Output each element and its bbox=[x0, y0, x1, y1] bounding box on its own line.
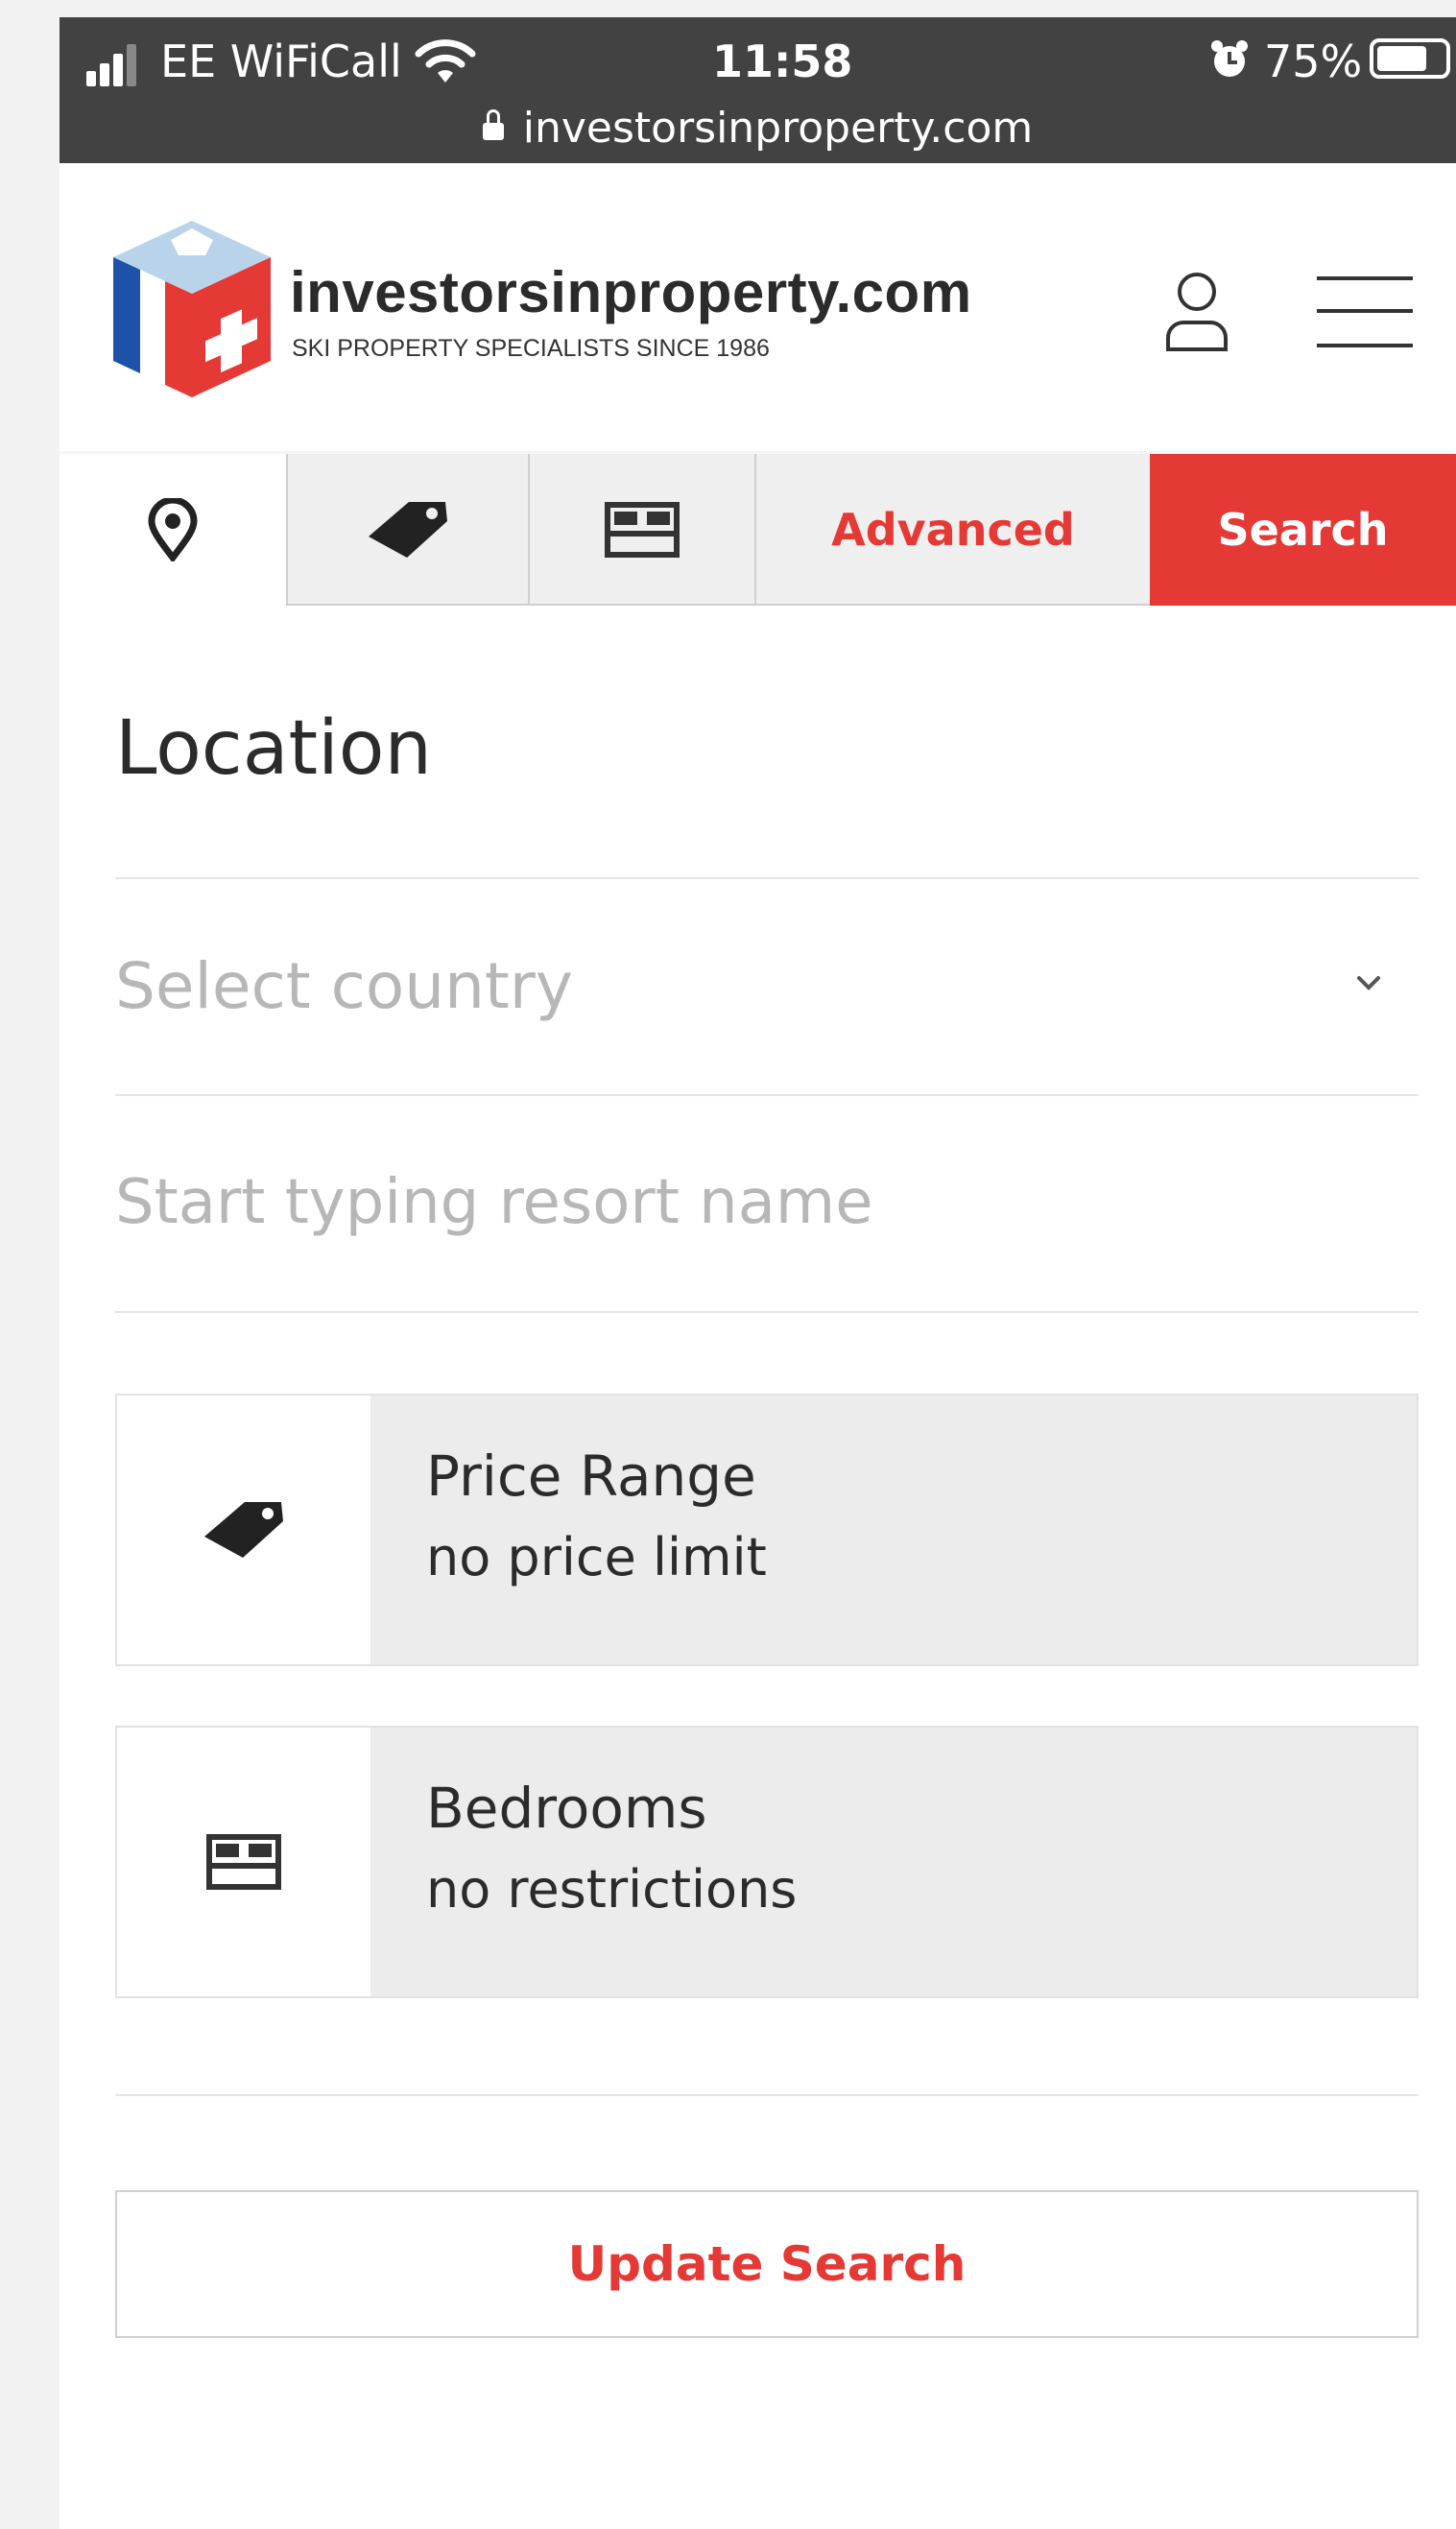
tab-advanced[interactable]: Advanced bbox=[754, 454, 1150, 606]
url-text: investorsinproperty.com bbox=[522, 104, 1034, 153]
signal-icon bbox=[86, 44, 136, 86]
divider bbox=[115, 1311, 1419, 1313]
tab-divider bbox=[286, 604, 1150, 606]
price-range-filter[interactable]: Price Range no price limit bbox=[115, 1394, 1419, 1666]
country-placeholder: Select country bbox=[115, 949, 573, 1023]
search-tab-bar: Advanced Search bbox=[60, 454, 1456, 606]
search-button[interactable]: Search bbox=[1150, 454, 1456, 606]
price-range-value: no price limit bbox=[426, 1527, 767, 1587]
price-tag-icon bbox=[204, 1502, 283, 1558]
resort-search-input[interactable] bbox=[115, 1096, 1419, 1309]
location-heading: Location bbox=[115, 705, 432, 792]
phone-screen: EE WiFiCall 11:58 75% investorsinpropert… bbox=[60, 17, 1456, 2529]
site-tagline: SKI PROPERTY SPECIALISTS SINCE 1986 bbox=[292, 335, 770, 362]
divider bbox=[115, 2094, 1419, 2096]
bedrooms-filter[interactable]: Bedrooms no restrictions bbox=[115, 1726, 1419, 1998]
wifi-icon bbox=[415, 39, 476, 83]
tab-price[interactable] bbox=[286, 454, 528, 606]
country-select[interactable]: Select country bbox=[115, 879, 1419, 1094]
bedrooms-label: Bedrooms bbox=[426, 1776, 707, 1841]
url-bar[interactable]: investorsinproperty.com bbox=[60, 102, 1456, 155]
status-bar: EE WiFiCall 11:58 75% investorsinpropert… bbox=[60, 17, 1456, 163]
map-pin-icon bbox=[148, 498, 198, 561]
bedrooms-icon-box bbox=[117, 1728, 370, 1996]
battery-percent: 75% bbox=[1264, 36, 1363, 87]
price-tag-icon bbox=[369, 502, 447, 558]
bedrooms-value: no restrictions bbox=[426, 1859, 798, 1920]
price-range-label: Price Range bbox=[426, 1443, 756, 1509]
bed-icon bbox=[605, 502, 680, 558]
battery-icon bbox=[1370, 38, 1450, 79]
user-icon[interactable] bbox=[1163, 269, 1230, 351]
hamburger-menu-icon[interactable] bbox=[1317, 276, 1413, 347]
lock-icon bbox=[482, 109, 504, 140]
update-search-button[interactable]: Update Search bbox=[115, 2190, 1419, 2338]
alarm-icon bbox=[1211, 40, 1248, 77]
site-header: investorsinproperty.com SKI PROPERTY SPE… bbox=[60, 163, 1456, 451]
tab-location[interactable] bbox=[60, 454, 286, 606]
price-icon-box bbox=[117, 1396, 370, 1664]
carrier-label: EE WiFiCall bbox=[160, 36, 402, 87]
tab-bedrooms[interactable] bbox=[528, 454, 754, 606]
clock: 11:58 bbox=[712, 36, 853, 87]
logo-icon[interactable] bbox=[113, 221, 271, 397]
chevron-down-icon bbox=[1357, 976, 1380, 990]
bed-icon bbox=[206, 1834, 281, 1890]
site-name[interactable]: investorsinproperty.com bbox=[290, 259, 972, 326]
